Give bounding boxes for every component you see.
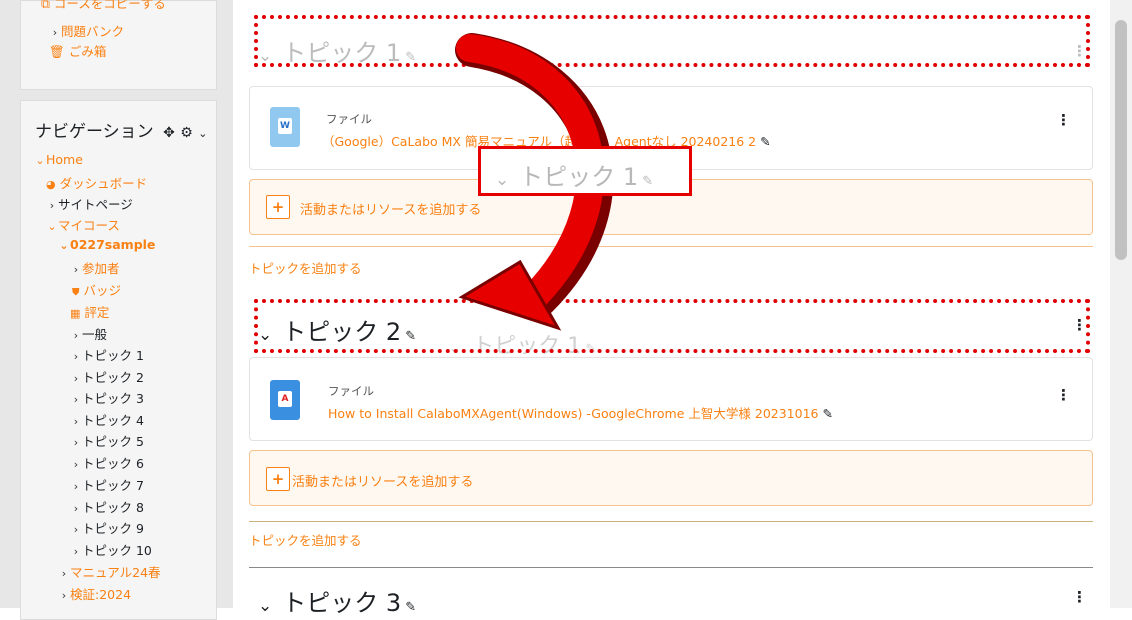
dragged-section-title: ⌄ トピック 1 ✎ xyxy=(495,163,654,191)
scrollbar-thumb[interactable] xyxy=(1115,20,1127,260)
scrollbar[interactable] xyxy=(1110,0,1132,608)
drag-arrow-annotation xyxy=(455,33,614,331)
dragged-section-ghost[interactable]: ⌄ トピック 1 ✎ xyxy=(478,146,692,196)
edit-pencil-icon: ✎ xyxy=(638,174,654,189)
chevron-down-icon: ⌄ xyxy=(495,170,510,190)
